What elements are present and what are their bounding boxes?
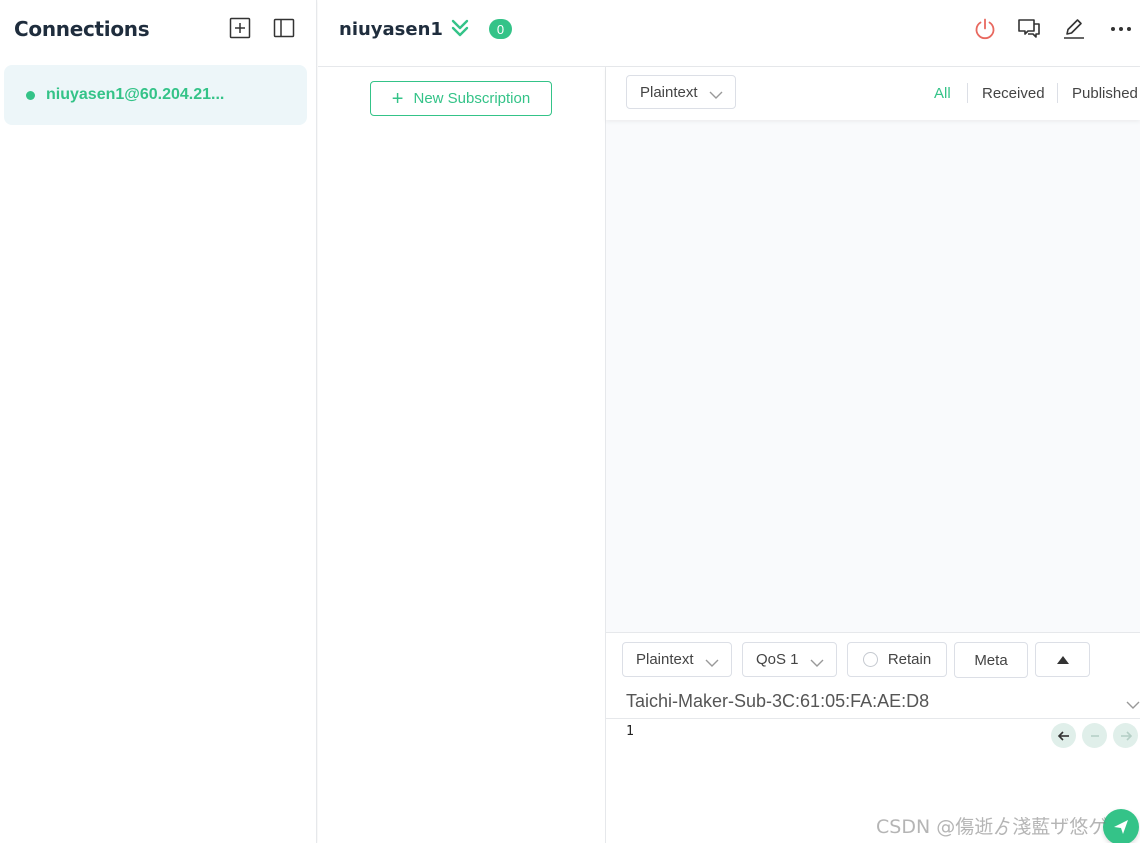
double-chevron-down-icon[interactable] xyxy=(450,18,470,43)
arrow-left-icon[interactable] xyxy=(1051,723,1076,748)
more-icon[interactable] xyxy=(1108,16,1134,42)
sidebar-header: Connections xyxy=(0,0,316,58)
chevron-down-icon xyxy=(709,87,723,104)
retain-label: Retain xyxy=(887,651,932,668)
publish-panel: Plaintext QoS 1 Retain Meta 1 xyxy=(606,632,1140,843)
arrow-right-icon[interactable] xyxy=(1113,723,1138,748)
meta-label: Meta xyxy=(974,651,1008,669)
connection-status-dot xyxy=(26,90,35,100)
payload-format-value: Plaintext xyxy=(636,651,694,668)
message-count-badge: 0 xyxy=(489,19,512,39)
qos-value: QoS 1 xyxy=(756,651,799,668)
subscriptions-panel: + New Subscription xyxy=(318,67,606,843)
divider xyxy=(967,83,968,103)
caret-up-icon xyxy=(1056,655,1069,664)
connections-sidebar: Connections niuyasen1@60.204.21... xyxy=(0,0,317,843)
message-format-select[interactable]: Plaintext xyxy=(626,75,736,109)
qos-select[interactable]: QoS 1 xyxy=(742,642,837,677)
divider xyxy=(1057,83,1058,103)
message-format-value: Plaintext xyxy=(640,83,698,101)
messages-panel: Plaintext All Received Published xyxy=(606,67,1140,632)
minus-icon[interactable] xyxy=(1082,723,1107,748)
new-subscription-label: New Subscription xyxy=(413,90,531,107)
filter-received-tab[interactable]: Received xyxy=(982,85,1045,102)
connection-title: niuyasen1 xyxy=(339,19,443,40)
connection-label: niuyasen1@60.204.21... xyxy=(46,86,225,103)
message-filter-bar: Plaintext All Received Published xyxy=(606,67,1140,120)
filter-all-tab[interactable]: All xyxy=(934,85,951,102)
sidebar-layout-icon[interactable] xyxy=(273,17,295,39)
topic-history-chevron-icon[interactable] xyxy=(1126,697,1140,715)
new-subscription-button[interactable]: + New Subscription xyxy=(370,81,552,116)
meta-button[interactable]: Meta xyxy=(954,642,1028,678)
connection-item[interactable]: niuyasen1@60.204.21... xyxy=(4,65,307,125)
chevron-down-icon xyxy=(810,655,824,672)
expand-publish-button[interactable] xyxy=(1035,642,1090,677)
topic-input[interactable] xyxy=(606,685,1140,719)
payload-format-select[interactable]: Plaintext xyxy=(622,642,732,677)
sidebar-title: Connections xyxy=(14,17,150,41)
plus-icon: + xyxy=(391,87,404,110)
retain-radio[interactable] xyxy=(862,652,878,667)
chevron-down-icon xyxy=(705,655,719,672)
connection-header: niuyasen1 0 xyxy=(318,0,1140,67)
chat-icon[interactable] xyxy=(1016,16,1042,42)
power-icon[interactable] xyxy=(972,16,998,42)
plus-square-icon[interactable] xyxy=(229,17,251,39)
retain-toggle[interactable]: Retain xyxy=(847,642,947,677)
filter-published-tab[interactable]: Published xyxy=(1072,85,1138,102)
edit-icon[interactable] xyxy=(1061,16,1087,42)
send-icon[interactable] xyxy=(1103,809,1139,843)
